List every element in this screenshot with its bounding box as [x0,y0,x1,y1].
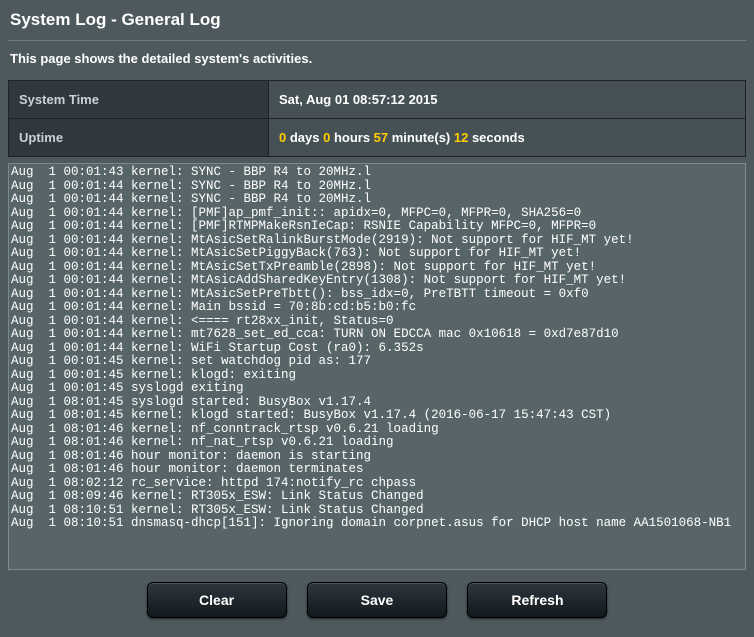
table-row: System Time Sat, Aug 01 08:57:12 2015 [9,81,746,119]
system-time-value: Sat, Aug 01 08:57:12 2015 [269,81,746,119]
log-textarea[interactable] [9,164,745,564]
info-table: System Time Sat, Aug 01 08:57:12 2015 Up… [8,80,746,157]
table-row: Uptime 0 days 0 hours 57 minute(s) 12 se… [9,119,746,157]
divider [8,40,746,41]
uptime-label: Uptime [9,119,269,157]
system-time-label: System Time [9,81,269,119]
log-container [8,163,746,570]
page-title: System Log - General Log [8,0,746,40]
uptime-mins-t: minute(s) [388,130,454,145]
page-description: This page shows the detailed system's ac… [8,51,746,80]
save-button[interactable]: Save [307,582,447,618]
uptime-mins-n: 57 [374,130,388,145]
uptime-value: 0 days 0 hours 57 minute(s) 12 seconds [269,119,746,157]
uptime-secs-n: 12 [454,130,468,145]
refresh-button[interactable]: Refresh [467,582,607,618]
button-row: Clear Save Refresh [8,570,746,618]
uptime-secs-t: seconds [468,130,524,145]
uptime-hours-t: hours [330,130,373,145]
uptime-days-t: days [286,130,323,145]
clear-button[interactable]: Clear [147,582,287,618]
